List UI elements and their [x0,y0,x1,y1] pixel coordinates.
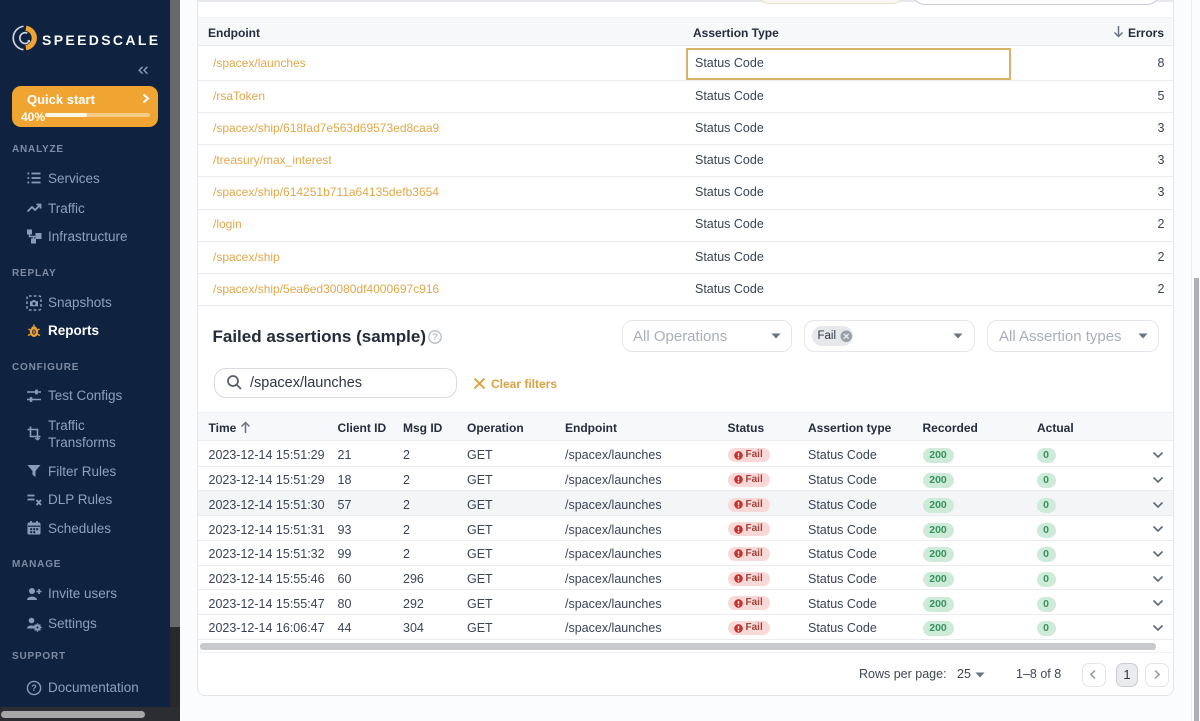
svg-text:?: ? [432,332,437,342]
svg-text:?: ? [31,683,37,693]
svg-text:0: 0 [32,327,36,336]
